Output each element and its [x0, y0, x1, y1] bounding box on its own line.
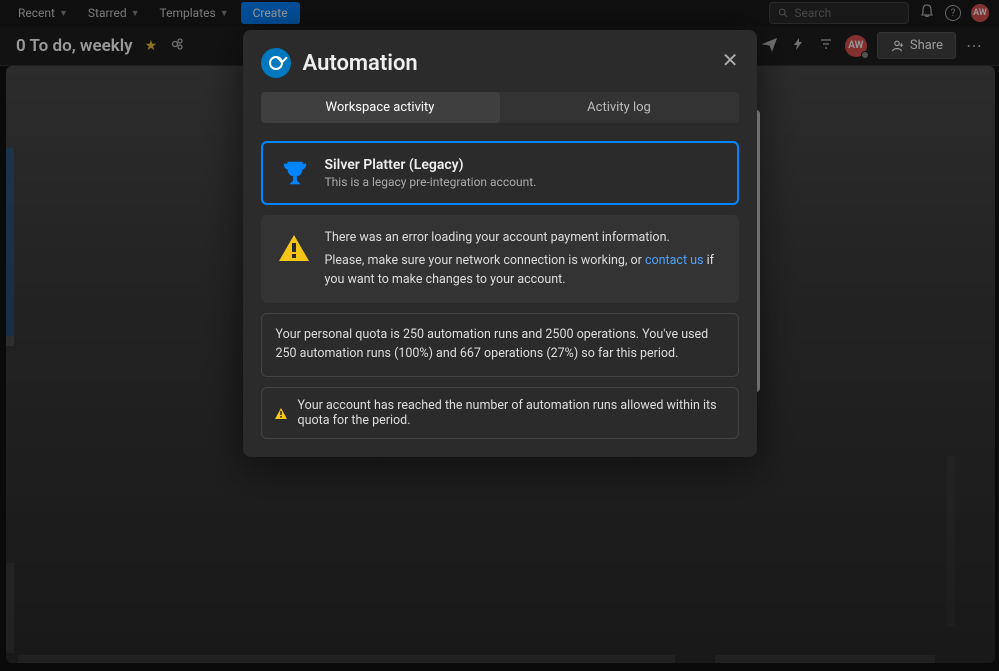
tab-workspace-activity[interactable]: Workspace activity: [261, 92, 500, 123]
automation-icon: [261, 48, 291, 78]
modal-header: Automation: [261, 48, 739, 78]
quota-limit-text: Your account has reached the number of a…: [298, 398, 726, 428]
error-line2-a: Please, make sure your network connectio…: [325, 253, 645, 268]
plan-info-box: Silver Platter (Legacy) This is a legacy…: [261, 141, 739, 205]
quota-text: Your personal quota is 250 automation ru…: [276, 326, 724, 364]
error-line1: There was an error loading your account …: [325, 229, 723, 248]
modal-tabs: Workspace activity Activity log: [261, 92, 739, 123]
modal-title: Automation: [303, 51, 418, 76]
warning-icon: [277, 233, 311, 263]
error-text: There was an error loading your account …: [325, 229, 723, 289]
error-box: There was an error loading your account …: [261, 215, 739, 303]
warning-icon: [274, 406, 288, 420]
plan-text-group: Silver Platter (Legacy) This is a legacy…: [325, 157, 721, 189]
close-button[interactable]: ✕: [722, 48, 739, 72]
tab-activity-log[interactable]: Activity log: [500, 92, 739, 123]
contact-us-link[interactable]: contact us: [645, 253, 704, 268]
quota-limit-box: Your account has reached the number of a…: [261, 387, 739, 439]
trophy-icon: [279, 157, 311, 189]
plan-name: Silver Platter (Legacy): [325, 157, 721, 173]
modal-overlay[interactable]: Automation ✕ Workspace activity Activity…: [0, 0, 999, 671]
plan-subtitle: This is a legacy pre-integration account…: [325, 175, 721, 189]
error-line2: Please, make sure your network connectio…: [325, 252, 723, 290]
automation-modal: Automation ✕ Workspace activity Activity…: [243, 30, 757, 457]
quota-box: Your personal quota is 250 automation ru…: [261, 313, 739, 377]
